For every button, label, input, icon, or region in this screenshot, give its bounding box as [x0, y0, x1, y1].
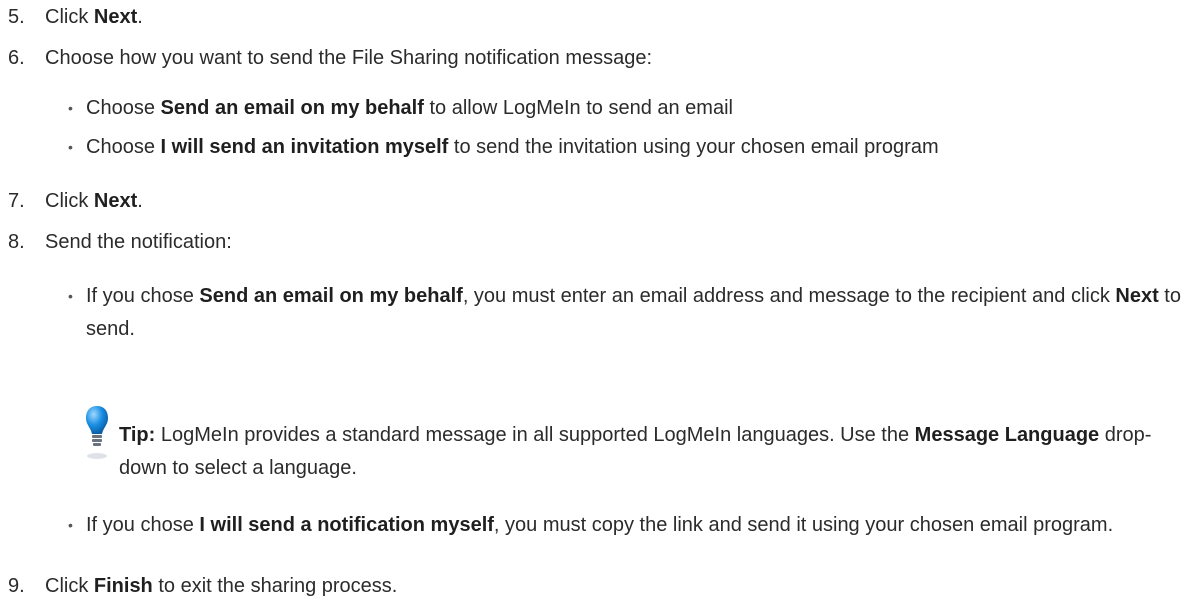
bold-term: Send an email on my behalf — [160, 97, 424, 119]
bold-term: I will send a notification myself — [199, 514, 494, 536]
bullet-marker: • — [68, 517, 73, 533]
step-number: 8. — [8, 231, 25, 253]
step-7: 7. Click Next. — [0, 189, 143, 213]
bold-term: Send an email on my behalf — [199, 285, 463, 307]
bold-term: I will send an invitation myself — [160, 136, 449, 158]
bullet-marker: • — [68, 139, 73, 155]
document-page: 5. Click Next. 6. Choose how you want to s… — [0, 0, 1202, 602]
bullet-marker: • — [68, 288, 73, 304]
step-number: 9. — [8, 575, 25, 597]
bold-term: Finish — [93, 575, 153, 597]
step-6: 6. Choose how you want to send the File S… — [0, 46, 652, 70]
step-9: 9. Click Finish to exit the sharing proce… — [0, 574, 397, 598]
step-8: 8. Send the notification: — [0, 230, 232, 254]
step-number: 5. — [8, 6, 25, 28]
bold-term: Next — [93, 6, 138, 28]
bold-term: Next — [93, 190, 138, 212]
tip-note: Tip: LogMeIn provides a standard message… — [86, 406, 1199, 485]
bold-term: Message Language — [914, 424, 1100, 446]
lightbulb-icon — [85, 402, 109, 473]
step-5: 5. Click Next. — [0, 5, 143, 29]
bold-term: Next — [1115, 285, 1159, 307]
step-number: 6. — [8, 47, 25, 69]
tip-label: Tip: — [119, 424, 156, 446]
bullet-marker: • — [68, 100, 73, 116]
step-number: 7. — [8, 190, 25, 212]
